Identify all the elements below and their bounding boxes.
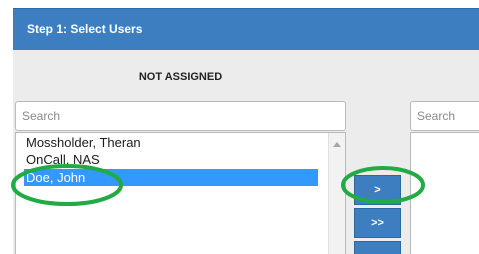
list-item[interactable]: Mossholder, Theran bbox=[24, 134, 318, 151]
move-button[interactable] bbox=[354, 241, 401, 254]
move-selected-button[interactable]: > bbox=[354, 175, 401, 205]
not-assigned-heading: NOT ASSIGNED bbox=[138, 71, 223, 83]
assigned-user-list[interactable] bbox=[410, 132, 479, 254]
step-header: Step 1: Select Users bbox=[13, 8, 479, 50]
not-assigned-search-input[interactable] bbox=[15, 101, 346, 131]
list-item-selected[interactable]: Doe, John bbox=[24, 169, 318, 186]
not-assigned-user-list[interactable]: Mossholder, Theran OnCall, NAS Doe, John bbox=[15, 132, 346, 254]
list-scrollbar[interactable] bbox=[328, 133, 345, 254]
list-item[interactable]: OnCall, NAS bbox=[24, 151, 318, 168]
move-all-button[interactable]: >> bbox=[354, 208, 401, 238]
assigned-search-input[interactable] bbox=[410, 101, 479, 131]
scroll-up-arrow-icon[interactable] bbox=[333, 142, 341, 147]
step-title: Step 1: Select Users bbox=[27, 22, 143, 36]
user-assignment-screen: Step 1: Select Users NOT ASSIGNED Mossho… bbox=[0, 0, 479, 254]
